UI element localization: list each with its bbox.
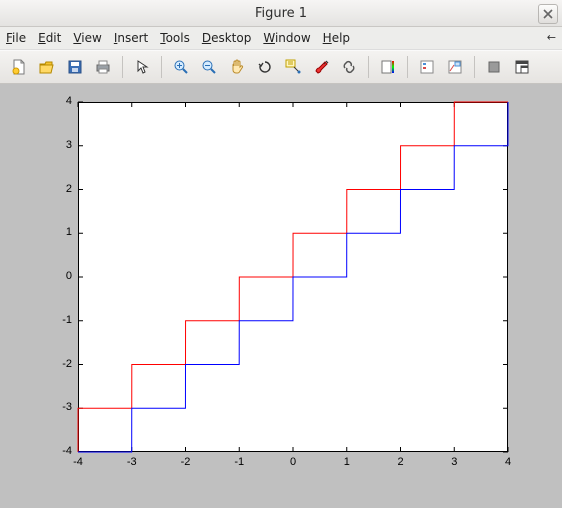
y-tick-label: 1: [48, 226, 72, 238]
dock-icon: [514, 59, 530, 75]
menu-desktop[interactable]: Desktop: [202, 31, 252, 45]
datacursor-icon: [285, 59, 301, 75]
y-tick-label: 4: [48, 95, 72, 107]
x-tick-label: 2: [391, 456, 411, 468]
x-tick-label: -3: [122, 456, 142, 468]
zoom-out-icon: [201, 59, 217, 75]
print-button[interactable]: [90, 54, 116, 80]
colorbar-icon: [380, 59, 396, 75]
menu-file[interactable]: File: [6, 31, 26, 45]
dock-button[interactable]: [509, 54, 535, 80]
menu-help[interactable]: Help: [323, 31, 350, 45]
new-figure-button[interactable]: [6, 54, 32, 80]
menu-tools[interactable]: Tools: [160, 31, 190, 45]
brush-icon: [313, 59, 329, 75]
y-tick-label: -3: [48, 401, 72, 413]
legend-icon: [419, 59, 435, 75]
toolbar-separator: [474, 56, 475, 78]
y-tick-label: -2: [48, 358, 72, 370]
menu-window[interactable]: Window: [263, 31, 310, 45]
data-cursor-button[interactable]: [280, 54, 306, 80]
window-title: Figure 1: [0, 6, 562, 21]
zoom-out-button[interactable]: [196, 54, 222, 80]
annotation-icon: [447, 59, 463, 75]
insert-legend-button[interactable]: [414, 54, 440, 80]
menu-insert[interactable]: Insert: [114, 31, 148, 45]
close-button[interactable]: [538, 4, 558, 24]
menu-edit[interactable]: Edit: [38, 31, 61, 45]
undock-arrow-icon[interactable]: ↘: [544, 30, 560, 46]
rotate-button[interactable]: [252, 54, 278, 80]
y-tick-label: -1: [48, 314, 72, 326]
titlebar: Figure 1: [0, 0, 562, 27]
pan-icon: [229, 59, 245, 75]
toolbar-separator: [407, 56, 408, 78]
toolbar-separator: [122, 56, 123, 78]
menu-view[interactable]: View: [73, 31, 101, 45]
y-tick-label: 2: [48, 183, 72, 195]
edit-plot-button[interactable]: [129, 54, 155, 80]
pan-button[interactable]: [224, 54, 250, 80]
x-tick-label: -2: [176, 456, 196, 468]
new-icon: [11, 59, 27, 75]
print-icon: [95, 59, 111, 75]
x-tick-label: 0: [283, 456, 303, 468]
y-tick-label: 0: [48, 270, 72, 282]
save-button[interactable]: [62, 54, 88, 80]
colorbar-button[interactable]: [375, 54, 401, 80]
open-icon: [39, 59, 55, 75]
menubar: File Edit View Insert Tools Desktop Wind…: [0, 27, 562, 50]
x-tick-label: 3: [444, 456, 464, 468]
link-icon: [341, 59, 357, 75]
rotate-icon: [257, 59, 273, 75]
zoom-in-button[interactable]: [168, 54, 194, 80]
x-tick-label: 4: [498, 456, 518, 468]
figure-canvas[interactable]: -4 -3 -2 -1 0 1 2 3 4 -4 -3 -2 -1 0 1 2 3 4: [0, 84, 562, 508]
x-tick-label: -1: [229, 456, 249, 468]
x-tick-label: 1: [337, 456, 357, 468]
x-tick-label: -4: [68, 456, 88, 468]
hide-tools-button[interactable]: [481, 54, 507, 80]
y-tick-label: 3: [48, 139, 72, 151]
zoom-in-icon: [173, 59, 189, 75]
open-button[interactable]: [34, 54, 60, 80]
link-button[interactable]: [336, 54, 362, 80]
plot-lines: [0, 84, 510, 454]
brush-button[interactable]: [308, 54, 334, 80]
figure-window: Figure 1 File Edit View Insert Tools Des…: [0, 0, 562, 508]
insert-annotation-button[interactable]: [442, 54, 468, 80]
toolbar-separator: [368, 56, 369, 78]
y-tick-label: -4: [48, 445, 72, 457]
save-icon: [67, 59, 83, 75]
toolbar: [0, 50, 562, 84]
hide-icon: [486, 59, 502, 75]
toolbar-separator: [161, 56, 162, 78]
arrow-icon: [134, 59, 150, 75]
close-icon: [543, 9, 553, 19]
